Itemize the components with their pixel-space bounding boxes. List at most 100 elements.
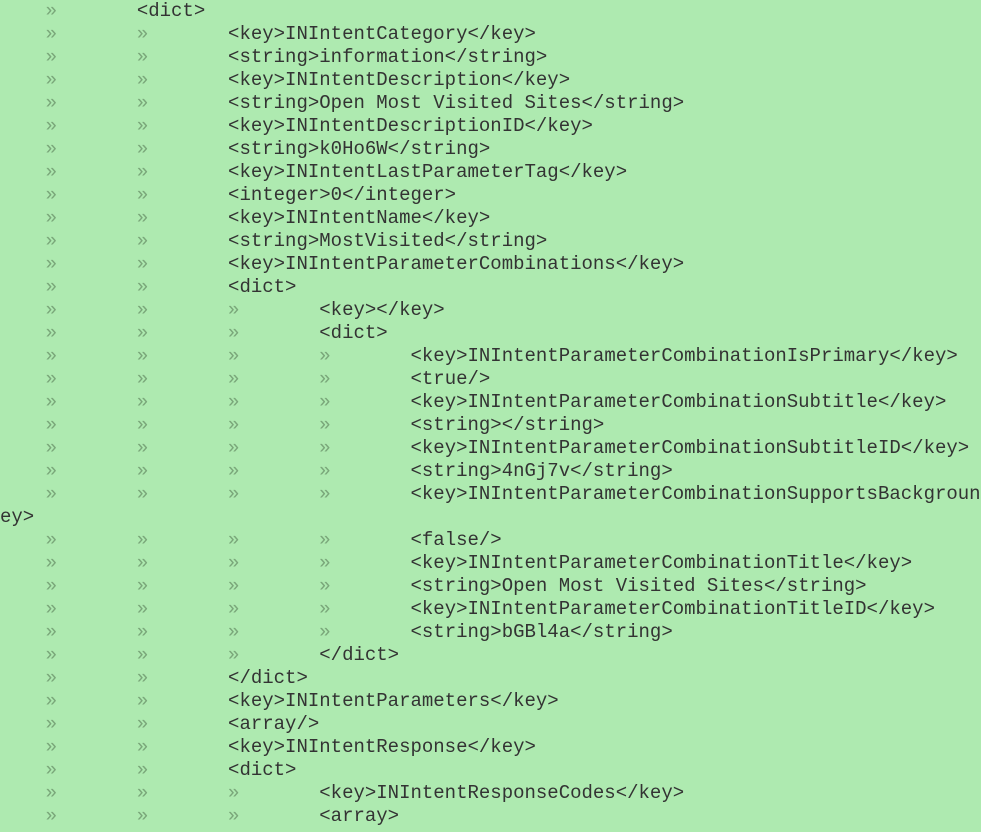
tab-indicator-icon: » — [46, 736, 137, 758]
tab-indicator-icon: » — [228, 299, 319, 321]
code-line: » » » </dict> — [0, 644, 981, 667]
tab-indicator-icon: » — [319, 368, 410, 390]
tab-indicator-icon: » — [46, 230, 137, 252]
code-text: <string>k0Ho6W</string> — [228, 138, 490, 160]
code-line: » » <key>INIntentResponse</key> — [0, 736, 981, 759]
tab-indicator-icon: » — [228, 598, 319, 620]
tab-indicator-icon: » — [228, 805, 319, 827]
code-text: <key>INIntentParameterCombinationIsPrima… — [410, 345, 957, 367]
tab-indicator-icon: » — [137, 460, 228, 482]
tab-indicator-icon: » — [228, 552, 319, 574]
code-line: » » » » <string></string> — [0, 414, 981, 437]
tab-indicator-icon: » — [319, 414, 410, 436]
tab-indicator-icon: » — [137, 483, 228, 505]
tab-indicator-icon: » — [228, 621, 319, 643]
code-text: <key>INIntentLastParameterTag</key> — [228, 161, 627, 183]
tab-indicator-icon: » — [46, 46, 137, 68]
tab-indicator-icon: » — [137, 690, 228, 712]
tab-indicator-icon: » — [137, 345, 228, 367]
tab-indicator-icon: » — [46, 161, 137, 183]
tab-indicator-icon: » — [137, 92, 228, 114]
code-line: » » » » <true/> — [0, 368, 981, 391]
code-line: » » » » <key>INIntentParameterCombinatio… — [0, 598, 981, 621]
code-text: <array/> — [228, 713, 319, 735]
tab-indicator-icon: » — [46, 713, 137, 735]
code-text: <string>MostVisited</string> — [228, 230, 547, 252]
tab-indicator-icon: » — [137, 529, 228, 551]
tab-indicator-icon: » — [46, 345, 137, 367]
tab-indicator-icon: » — [137, 368, 228, 390]
code-line: » » <array/> — [0, 713, 981, 736]
tab-indicator-icon: » — [137, 391, 228, 413]
tab-indicator-icon: » — [228, 414, 319, 436]
tab-indicator-icon: » — [46, 644, 137, 666]
code-text: <dict> — [228, 276, 296, 298]
code-text: <key>INIntentCategory</key> — [228, 23, 536, 45]
tab-indicator-icon: » — [46, 667, 137, 689]
tab-indicator-icon: » — [46, 184, 137, 206]
tab-indicator-icon: » — [46, 253, 137, 275]
tab-indicator-icon: » — [46, 621, 137, 643]
tab-indicator-icon: » — [137, 667, 228, 689]
code-text: ey> — [0, 506, 34, 528]
code-text: </dict> — [228, 667, 308, 689]
tab-indicator-icon: » — [46, 414, 137, 436]
tab-indicator-icon: » — [137, 805, 228, 827]
tab-indicator-icon: » — [228, 322, 319, 344]
code-text: <key>INIntentParameterCombinationTitle</… — [410, 552, 912, 574]
code-line: » » <integer>0</integer> — [0, 184, 981, 207]
code-line: » » <string>k0Ho6W</string> — [0, 138, 981, 161]
tab-indicator-icon: » — [46, 690, 137, 712]
tab-indicator-icon: » — [46, 69, 137, 91]
tab-indicator-icon: » — [46, 207, 137, 229]
code-line: » » <key>INIntentName</key> — [0, 207, 981, 230]
tab-indicator-icon: » — [137, 69, 228, 91]
tab-indicator-icon: » — [137, 414, 228, 436]
tab-indicator-icon: » — [228, 437, 319, 459]
code-line: » » <key>INIntentLastParameterTag</key> — [0, 161, 981, 184]
tab-indicator-icon: » — [228, 391, 319, 413]
code-text: <key>INIntentParameterCombinationSubtitl… — [410, 391, 946, 413]
code-line: » » <key>INIntentParameters</key> — [0, 690, 981, 713]
code-text: <array> — [319, 805, 399, 827]
code-line: » » » » <key>INIntentParameterCombinatio… — [0, 391, 981, 414]
tab-indicator-icon: » — [46, 575, 137, 597]
tab-indicator-icon: » — [137, 759, 228, 781]
tab-indicator-icon: » — [319, 598, 410, 620]
tab-indicator-icon: » — [228, 460, 319, 482]
tab-indicator-icon: » — [137, 575, 228, 597]
tab-indicator-icon: » — [228, 368, 319, 390]
code-text: <dict> — [137, 0, 205, 22]
tab-indicator-icon: » — [46, 782, 137, 804]
tab-indicator-icon: » — [46, 23, 137, 45]
tab-indicator-icon: » — [137, 230, 228, 252]
code-text: <string>bGBl4a</string> — [410, 621, 672, 643]
tab-indicator-icon: » — [319, 529, 410, 551]
code-line: » » </dict> — [0, 667, 981, 690]
tab-indicator-icon: » — [46, 805, 137, 827]
tab-indicator-icon: » — [137, 713, 228, 735]
tab-indicator-icon: » — [228, 529, 319, 551]
tab-indicator-icon: » — [137, 161, 228, 183]
code-line: » » » <array> — [0, 805, 981, 828]
code-text: <key>INIntentParameterCombinationSubtitl… — [410, 437, 969, 459]
tab-indicator-icon: » — [46, 368, 137, 390]
code-text: <key>INIntentDescriptionID</key> — [228, 115, 593, 137]
code-line: » » » » <string>4nGj7v</string> — [0, 460, 981, 483]
code-line: » » <key>INIntentDescriptionID</key> — [0, 115, 981, 138]
tab-indicator-icon: » — [46, 391, 137, 413]
tab-indicator-icon: » — [46, 437, 137, 459]
code-text: <key>INIntentParameterCombinationSupport… — [410, 483, 981, 505]
tab-indicator-icon: » — [46, 598, 137, 620]
code-line: » » » <key></key> — [0, 299, 981, 322]
code-line: » » » » <key>INIntentParameterCombinatio… — [0, 483, 981, 506]
code-text: <string>4nGj7v</string> — [410, 460, 672, 482]
code-text: <dict> — [319, 322, 387, 344]
code-text: <string></string> — [410, 414, 604, 436]
tab-indicator-icon: » — [319, 621, 410, 643]
code-text: <key>INIntentResponse</key> — [228, 736, 536, 758]
tab-indicator-icon: » — [137, 437, 228, 459]
code-line: » » <dict> — [0, 276, 981, 299]
tab-indicator-icon: » — [137, 253, 228, 275]
code-text: <key>INIntentName</key> — [228, 207, 490, 229]
